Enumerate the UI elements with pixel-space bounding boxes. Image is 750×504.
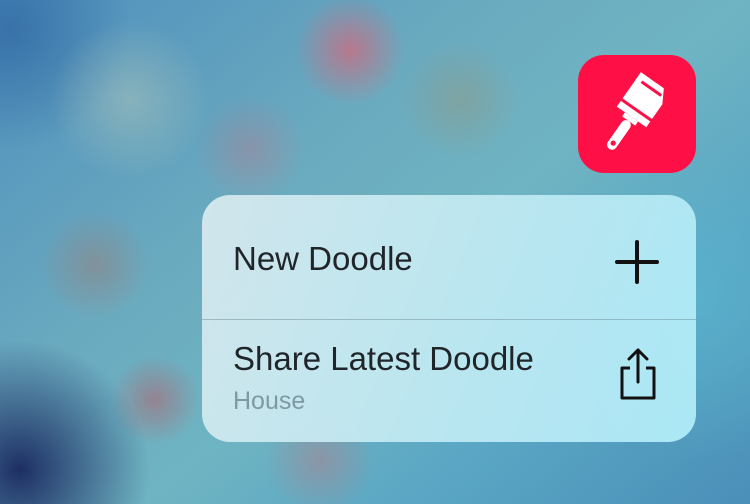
latest-doodle-name: House xyxy=(233,387,306,415)
new-doodle-label: New Doodle xyxy=(233,240,413,277)
app-icon[interactable] xyxy=(578,55,696,173)
new-doodle-action[interactable]: New Doodle xyxy=(202,195,696,319)
share-latest-doodle-label: Share Latest Doodle xyxy=(233,340,534,377)
share-latest-doodle-action[interactable]: Share Latest Doodle House xyxy=(202,320,696,442)
share-icon xyxy=(620,348,656,400)
plus-icon xyxy=(615,240,659,284)
quick-actions-menu: New Doodle Share Latest Doodle House xyxy=(202,195,696,442)
paint-brush-icon xyxy=(607,72,664,150)
